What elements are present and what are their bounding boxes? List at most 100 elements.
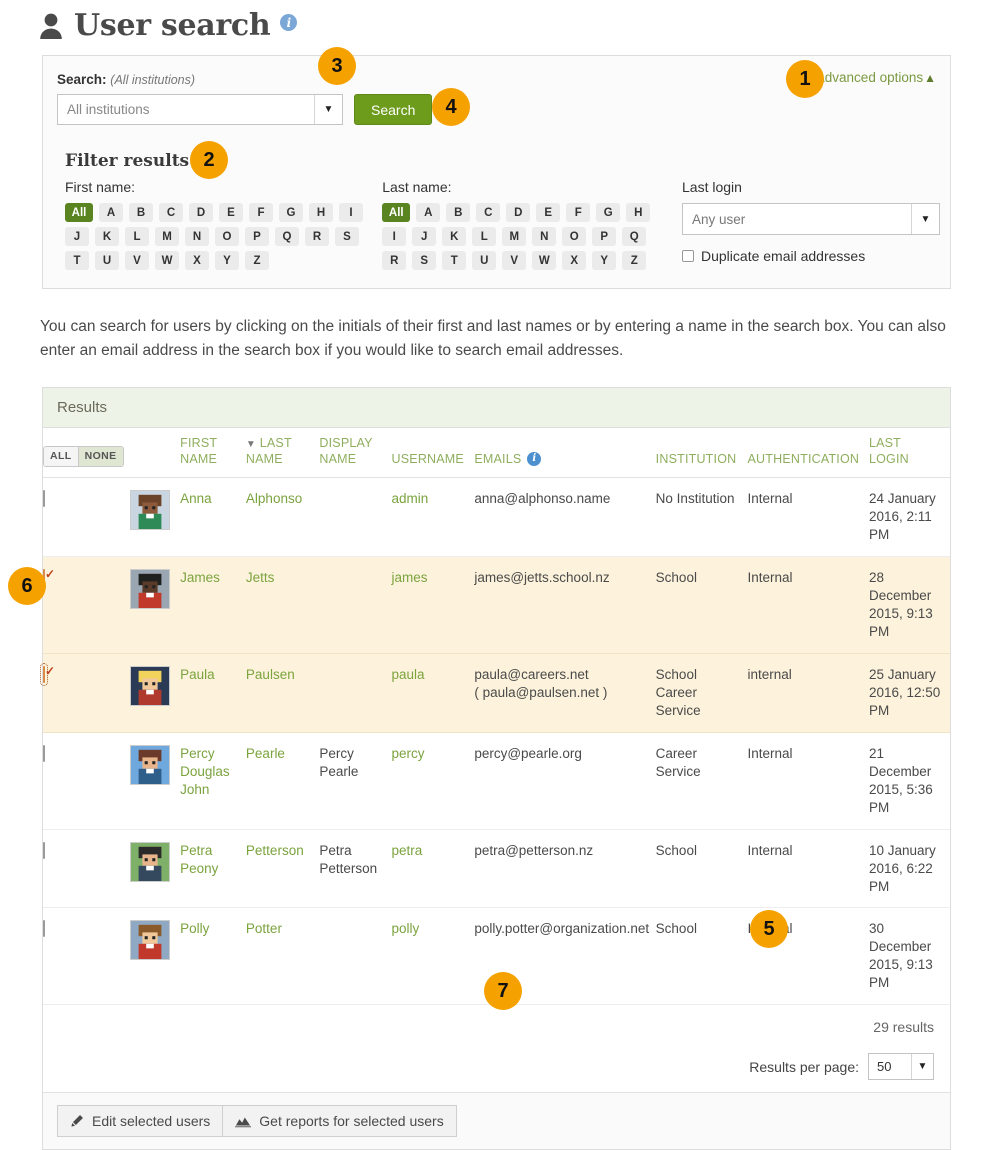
last-name-filter-s[interactable]: S <box>412 251 437 270</box>
first-name-filter-z[interactable]: Z <box>245 251 269 270</box>
cell-username[interactable]: admin <box>391 477 475 558</box>
search-button[interactable]: Search <box>354 94 433 125</box>
cell-first-name[interactable]: James <box>180 556 246 654</box>
last-name-filter-f[interactable]: F <box>566 203 591 222</box>
last-name-filter-e[interactable]: E <box>536 203 561 222</box>
last-name-filter-u[interactable]: U <box>472 251 497 270</box>
cell-username[interactable]: paula <box>391 653 475 733</box>
last-login-select[interactable]: Any user ▼ <box>682 203 940 235</box>
cell-username[interactable]: james <box>391 556 475 654</box>
first-name-link[interactable]: Polly <box>180 921 209 936</box>
first-name-filter-k[interactable]: K <box>95 227 119 246</box>
advanced-options-link[interactable]: Advanced options ▲ <box>816 70 936 85</box>
cell-last-name[interactable]: Alphonso <box>245 477 320 558</box>
last-name-filter-m[interactable]: M <box>502 227 527 246</box>
last-name-filter-v[interactable]: V <box>502 251 527 270</box>
first-name-filter-j[interactable]: J <box>65 227 89 246</box>
cell-first-name[interactable]: Polly <box>180 907 246 1006</box>
first-name-filter-i[interactable]: I <box>339 203 363 222</box>
last-name-filter-o[interactable]: O <box>562 227 587 246</box>
cell-last-name[interactable]: Pearle <box>245 732 320 830</box>
last-name-filter-j[interactable]: J <box>412 227 437 246</box>
username-link[interactable]: admin <box>392 491 429 506</box>
edit-selected-users-button[interactable]: Edit selected users <box>57 1105 224 1138</box>
username-link[interactable]: polly <box>392 921 420 936</box>
first-name-link[interactable]: John <box>180 782 209 797</box>
cell-username[interactable]: polly <box>391 907 475 1006</box>
row-select-cell[interactable] <box>43 477 130 558</box>
last-name-filter-z[interactable]: Z <box>622 251 647 270</box>
last-name-filter-i[interactable]: I <box>382 227 407 246</box>
last-name-filter-l[interactable]: L <box>472 227 497 246</box>
get-reports-button[interactable]: Get reports for selected users <box>223 1105 457 1138</box>
cell-last-name[interactable]: Jetts <box>245 556 320 654</box>
row-checkbox[interactable] <box>43 841 45 859</box>
cell-last-name[interactable]: Paulsen <box>245 653 320 733</box>
first-name-link[interactable]: Douglas <box>180 764 230 779</box>
first-name-filter-c[interactable]: C <box>159 203 183 222</box>
first-name-filter-n[interactable]: N <box>185 227 209 246</box>
duplicate-email-row[interactable]: Duplicate email addresses <box>682 248 936 264</box>
last-name-filter-k[interactable]: K <box>442 227 467 246</box>
cell-first-name[interactable]: Anna <box>180 477 246 558</box>
last-name-filter-d[interactable]: D <box>506 203 531 222</box>
table-row[interactable]: James Jetts james james@jetts.school.nz Scho… <box>43 556 950 654</box>
last-name-filter-w[interactable]: W <box>532 251 557 270</box>
cell-first-name[interactable]: Paula <box>180 653 246 733</box>
cell-first-name[interactable]: Petra Peony <box>180 829 246 909</box>
first-name-filter-f[interactable]: F <box>249 203 273 222</box>
first-name-filter-a[interactable]: A <box>99 203 123 222</box>
col-first-name[interactable]: FIRST NAME <box>180 428 246 479</box>
row-checkbox[interactable] <box>40 662 48 686</box>
first-name-filter-w[interactable]: W <box>155 251 179 270</box>
last-name-link[interactable]: Alphonso <box>246 491 302 506</box>
last-name-filter-y[interactable]: Y <box>592 251 617 270</box>
last-name-filter-q[interactable]: Q <box>622 227 647 246</box>
username-link[interactable]: percy <box>392 746 425 761</box>
first-name-filter-r[interactable]: R <box>305 227 329 246</box>
first-name-filter-y[interactable]: Y <box>215 251 239 270</box>
first-name-filter-q[interactable]: Q <box>275 227 299 246</box>
last-name-filter-r[interactable]: R <box>382 251 407 270</box>
last-name-filter-t[interactable]: T <box>442 251 467 270</box>
table-row[interactable]: Anna Alphonso admin anna@alphonso.name No In… <box>43 477 950 558</box>
first-name-filter-all[interactable]: All <box>65 203 93 222</box>
row-checkbox[interactable] <box>43 744 45 762</box>
first-name-filter-o[interactable]: O <box>215 227 239 246</box>
cell-last-name[interactable]: Petterson <box>245 829 320 909</box>
row-checkbox[interactable] <box>43 920 45 938</box>
first-name-filter-h[interactable]: H <box>309 203 333 222</box>
first-name-filter-p[interactable]: P <box>245 227 269 246</box>
cell-username[interactable]: petra <box>391 829 475 909</box>
table-row[interactable]: Percy Douglas John Pearle Percy Pearle percy pe… <box>43 732 950 830</box>
first-name-link[interactable]: James <box>180 570 220 585</box>
col-emails[interactable]: EMAILS i <box>474 428 656 479</box>
row-select-cell[interactable] <box>40 653 130 733</box>
col-username[interactable]: USERNAME <box>391 428 475 479</box>
first-name-filter-b[interactable]: B <box>129 203 153 222</box>
table-row[interactable]: Paula Paulsen paula paula@careers.net ( paul… <box>40 653 950 733</box>
last-name-link[interactable]: Paulsen <box>246 667 295 682</box>
duplicate-email-checkbox[interactable] <box>682 250 694 262</box>
last-name-filter-h[interactable]: H <box>626 203 651 222</box>
first-name-filter-s[interactable]: S <box>335 227 359 246</box>
last-name-link[interactable]: Potter <box>246 921 282 936</box>
first-name-link[interactable]: Anna <box>180 491 212 506</box>
last-name-filter-b[interactable]: B <box>446 203 471 222</box>
username-link[interactable]: james <box>392 570 428 585</box>
first-name-filter-l[interactable]: L <box>125 227 149 246</box>
col-display-name[interactable]: DISPLAY NAME <box>319 428 392 479</box>
table-row[interactable]: Petra Peony Petterson Petra Petterson petra pe… <box>43 829 950 909</box>
results-per-page-select[interactable]: 50 ▼ <box>868 1053 934 1081</box>
first-name-filter-m[interactable]: M <box>155 227 179 246</box>
first-name-link[interactable]: Paula <box>180 667 215 682</box>
last-name-filter-all[interactable]: All <box>382 203 411 222</box>
select-all-button[interactable]: ALL <box>44 447 79 467</box>
row-select-cell[interactable] <box>43 732 130 830</box>
last-name-link[interactable]: Petterson <box>246 843 304 858</box>
first-name-filter-d[interactable]: D <box>189 203 213 222</box>
last-name-filter-n[interactable]: N <box>532 227 557 246</box>
cell-username[interactable]: percy <box>391 732 475 830</box>
cell-first-name[interactable]: Percy Douglas John <box>180 732 246 830</box>
last-name-link[interactable]: Jetts <box>246 570 275 585</box>
